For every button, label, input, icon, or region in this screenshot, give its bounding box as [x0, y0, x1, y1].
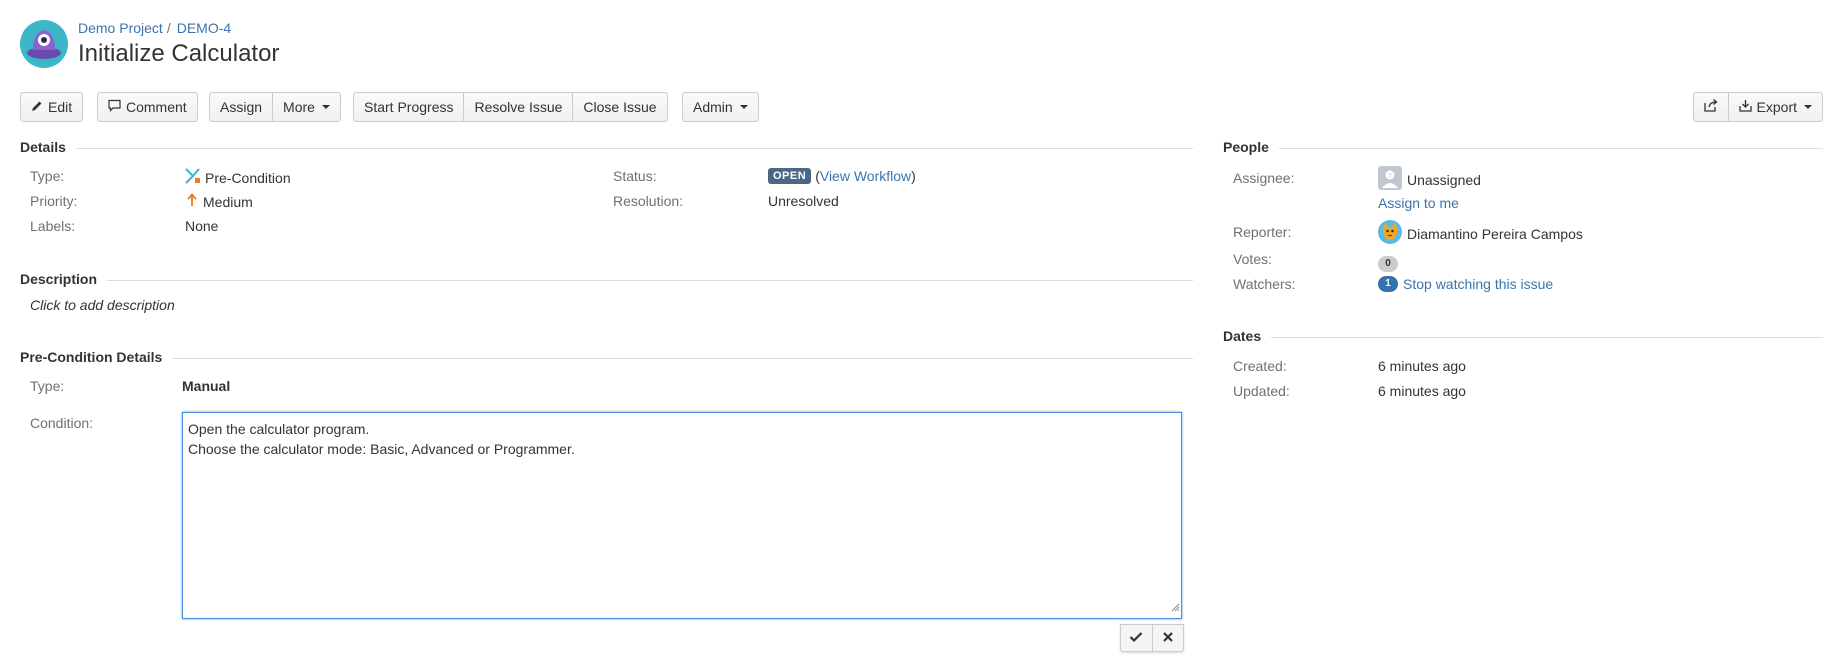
labels-value[interactable]: None [185, 218, 218, 234]
arrow-up-icon [186, 193, 198, 210]
caret-down-icon [1804, 105, 1812, 109]
section-divider [1278, 147, 1823, 149]
precondition-type-label: Type: [30, 378, 65, 394]
dates-heading-text: Dates [1223, 328, 1262, 344]
updated-label: Updated: [1233, 383, 1290, 399]
priority-value: Medium [186, 193, 253, 210]
breadcrumb: Demo Project / DEMO-4 [78, 20, 231, 36]
details-heading-text: Details [20, 139, 66, 155]
reporter-value-text: Diamantino Pereira Campos [1407, 225, 1583, 242]
description-heading-text: Description [20, 271, 98, 287]
section-divider [75, 147, 1193, 149]
type-label: Type: [30, 168, 65, 184]
resolve-issue-button[interactable]: Resolve Issue [464, 92, 574, 122]
workflow-close-paren: ) [911, 168, 916, 184]
precondition-type-icon [185, 168, 201, 187]
export-dropdown[interactable]: Export [1728, 92, 1823, 122]
created-value: 6 minutes ago [1378, 358, 1466, 374]
type-value-text: Pre-Condition [205, 169, 291, 186]
admin-dropdown-label: Admin [693, 99, 733, 115]
condition-line-1: Open the calculator program. [188, 421, 370, 437]
labels-label: Labels: [30, 218, 76, 234]
people-heading-text: People [1223, 139, 1269, 155]
breadcrumb-issue-key[interactable]: DEMO-4 [177, 20, 231, 36]
breadcrumb-project-link[interactable]: Demo Project [78, 20, 163, 36]
priority-value-text: Medium [203, 193, 253, 210]
more-dropdown[interactable]: More [273, 92, 341, 122]
people-section-heading: People [1223, 139, 1823, 155]
updated-value: 6 minutes ago [1378, 383, 1466, 399]
pencil-icon [31, 93, 43, 121]
close-issue-button[interactable]: Close Issue [573, 92, 668, 122]
votes-label: Votes: [1233, 251, 1272, 267]
save-edit-button[interactable] [1121, 625, 1152, 651]
reporter-label: Reporter: [1233, 224, 1292, 240]
details-section-heading: Details [20, 139, 1193, 155]
watchers-count[interactable]: 1 [1378, 276, 1398, 292]
caret-down-icon [321, 105, 330, 109]
watchers-value: 1 Stop watching this issue [1378, 276, 1553, 292]
type-value: Pre-Condition [185, 168, 291, 187]
issue-toolbar: Edit Comment Assign More Start Progress … [20, 92, 1823, 122]
votes-badge[interactable]: 0 [1378, 253, 1398, 272]
resolution-label: Resolution: [613, 193, 684, 209]
comment-button[interactable]: Comment [97, 92, 198, 122]
inline-edit-actions [1120, 624, 1184, 652]
dates-section-heading: Dates [1223, 328, 1823, 344]
export-icon [1738, 93, 1752, 121]
priority-label: Priority: [30, 193, 78, 209]
share-icon [1703, 93, 1718, 121]
description-placeholder[interactable]: Click to add description [30, 297, 175, 313]
status-badge: OPEN [768, 168, 812, 184]
status-value: OPEN (View Workflow) [768, 168, 916, 184]
export-dropdown-label: Export [1756, 99, 1797, 115]
comment-button-label: Comment [126, 99, 187, 115]
checkmark-icon [1129, 630, 1143, 646]
close-icon [1162, 630, 1174, 646]
more-dropdown-label: More [283, 99, 315, 115]
votes-count: 0 [1378, 256, 1398, 272]
condition-line-2: Choose the calculator mode: Basic, Advan… [188, 441, 575, 457]
description-section-heading: Description [20, 271, 1193, 287]
start-progress-button[interactable]: Start Progress [353, 92, 465, 122]
assignee-value: ? Unassigned [1378, 166, 1481, 193]
section-divider [1271, 336, 1823, 338]
view-workflow-link[interactable]: View Workflow [820, 168, 911, 184]
resize-handle-icon[interactable] [1171, 597, 1180, 617]
unassigned-avatar-icon: ? [1378, 166, 1402, 193]
share-button[interactable] [1692, 92, 1729, 122]
condition-textarea[interactable]: Open the calculator program. Choose the … [182, 412, 1182, 619]
precondition-heading-text: Pre-Condition Details [20, 349, 163, 365]
assign-button[interactable]: Assign [209, 92, 274, 122]
watchers-label: Watchers: [1233, 276, 1296, 292]
edit-button[interactable]: Edit [20, 92, 84, 122]
page-title: Initialize Calculator [78, 40, 280, 67]
cancel-edit-button[interactable] [1151, 625, 1184, 651]
reporter-avatar[interactable] [1378, 220, 1402, 247]
created-label: Created: [1233, 358, 1287, 374]
assign-to-me-link[interactable]: Assign to me [1378, 195, 1459, 211]
stop-watching-link[interactable]: Stop watching this issue [1403, 276, 1553, 292]
precondition-type-value: Manual [182, 378, 231, 394]
admin-dropdown[interactable]: Admin [682, 92, 759, 122]
comment-icon [108, 93, 121, 121]
project-avatar[interactable] [20, 20, 68, 68]
section-divider [107, 279, 1193, 281]
assignee-value-text: Unassigned [1407, 171, 1481, 188]
svg-text:?: ? [1388, 172, 1392, 180]
reporter-value: Diamantino Pereira Campos [1378, 220, 1583, 247]
caret-down-icon [739, 105, 748, 109]
assignee-label: Assignee: [1233, 170, 1295, 186]
precondition-section-heading: Pre-Condition Details [20, 349, 1193, 365]
edit-button-label: Edit [48, 99, 73, 115]
breadcrumb-separator: / [166, 20, 171, 36]
condition-label: Condition: [30, 415, 94, 431]
status-label: Status: [613, 168, 657, 184]
section-divider [172, 357, 1193, 359]
resolution-value: Unresolved [768, 193, 839, 209]
